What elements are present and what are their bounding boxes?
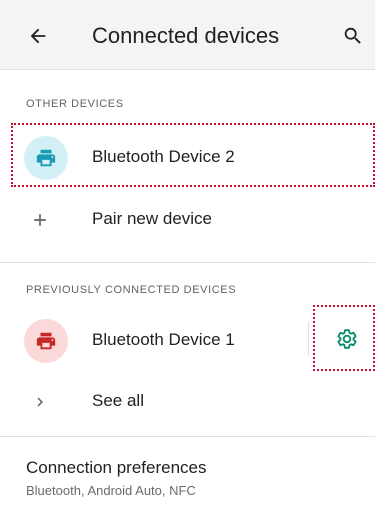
pair-new-device-row[interactable]: Pair new device (0, 188, 375, 246)
see-all-row[interactable]: See all (0, 370, 375, 428)
plus-icon-wrap (24, 198, 56, 242)
plus-icon (34, 214, 46, 226)
section-header-other-devices: OTHER DEVICES (26, 98, 124, 110)
back-button[interactable] (24, 22, 52, 50)
search-icon (344, 27, 361, 44)
device-name: Bluetooth Device 1 (92, 330, 235, 349)
pair-new-device-label: Pair new device (92, 209, 213, 228)
arrow-back-icon (30, 28, 46, 44)
vertical-separator (308, 322, 309, 356)
printer-icon (36, 332, 56, 350)
highlight-box-device-2 (11, 123, 375, 187)
search-button[interactable] (339, 22, 367, 50)
chevron-wrap (24, 380, 56, 424)
see-all-label: See all (92, 391, 144, 410)
device-icon-circle (24, 319, 68, 363)
app-bar: Connected devices (0, 0, 375, 70)
section-header-previously-connected: PREVIOUSLY CONNECTED DEVICES (26, 284, 237, 296)
section-divider (0, 436, 375, 437)
page-title: Connected devices (92, 23, 280, 48)
connection-preferences-subtitle: Bluetooth, Android Auto, NFC (26, 483, 196, 498)
section-divider (0, 262, 375, 263)
chevron-right-icon (37, 397, 43, 407)
highlight-box-settings (313, 305, 375, 371)
connection-preferences-title[interactable]: Connection preferences (26, 458, 207, 478)
